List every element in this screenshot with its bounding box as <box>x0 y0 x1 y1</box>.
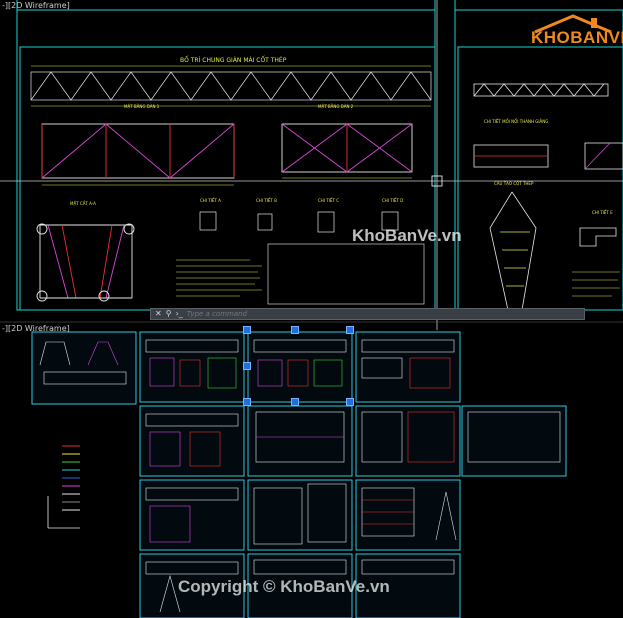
center-watermark: KhoBanVe.vn <box>352 226 462 245</box>
logo-watermark: KHOBANVE <box>525 12 623 57</box>
section-title: MẶT CẮT A-A <box>70 201 96 206</box>
search-icon[interactable]: ⚲ <box>166 309 172 319</box>
chevron-down-icon[interactable]: ›_ <box>176 309 183 319</box>
layout-sheets <box>31 331 567 618</box>
command-line-bar[interactable]: ✕ ⚲ ›_ <box>150 308 585 320</box>
truss-1 <box>41 123 235 186</box>
right-notes <box>572 271 620 297</box>
detail-a-title: CHI TIẾT A <box>200 198 221 203</box>
right-title-2: CẤU TẠO CỘT THÉP <box>494 181 534 186</box>
notes-block <box>176 259 262 297</box>
bottom-watermark: Copyright © KhoBanVe.vn <box>178 577 390 596</box>
selection-grip[interactable] <box>243 326 251 334</box>
selection-grip[interactable] <box>346 398 354 406</box>
section-a-a <box>36 223 135 302</box>
selection-grip[interactable] <box>346 326 354 334</box>
bottom-viewport-label[interactable]: -][2D Wireframe] <box>2 324 70 333</box>
right-sheet-drawings <box>473 83 623 311</box>
right-detail-title: CHI TIẾT E <box>592 210 613 215</box>
detail-c-title: CHI TIẾT C <box>318 198 339 203</box>
truss-2-title: MẶT BẰNG DÀN 2 <box>318 104 354 109</box>
logo-text: KHOBANVE <box>531 28 623 47</box>
right-title-1: CHI TIẾT MỐI NỐI THANH GIẰNG <box>484 119 549 124</box>
close-icon[interactable]: ✕ <box>155 309 162 319</box>
truss-2 <box>281 123 413 179</box>
detail-d-title: CHI TIẾT D <box>382 198 404 203</box>
truss-1-title: MẶT BẰNG DÀN 1 <box>124 104 160 109</box>
selection-grip[interactable] <box>243 362 251 370</box>
selection-grip[interactable] <box>291 398 299 406</box>
selection-grip[interactable] <box>291 326 299 334</box>
layer-legend <box>62 445 80 511</box>
main-truss-elevation <box>30 71 432 101</box>
command-input[interactable] <box>186 309 584 319</box>
main-drawing-title: BỐ TRÍ CHUNG GIÀN MÁI CỐT THÉP <box>180 57 287 64</box>
ucs-icon <box>47 496 80 529</box>
detail-b-title: CHI TIẾT B <box>256 198 277 203</box>
selection-grip[interactable] <box>243 398 251 406</box>
